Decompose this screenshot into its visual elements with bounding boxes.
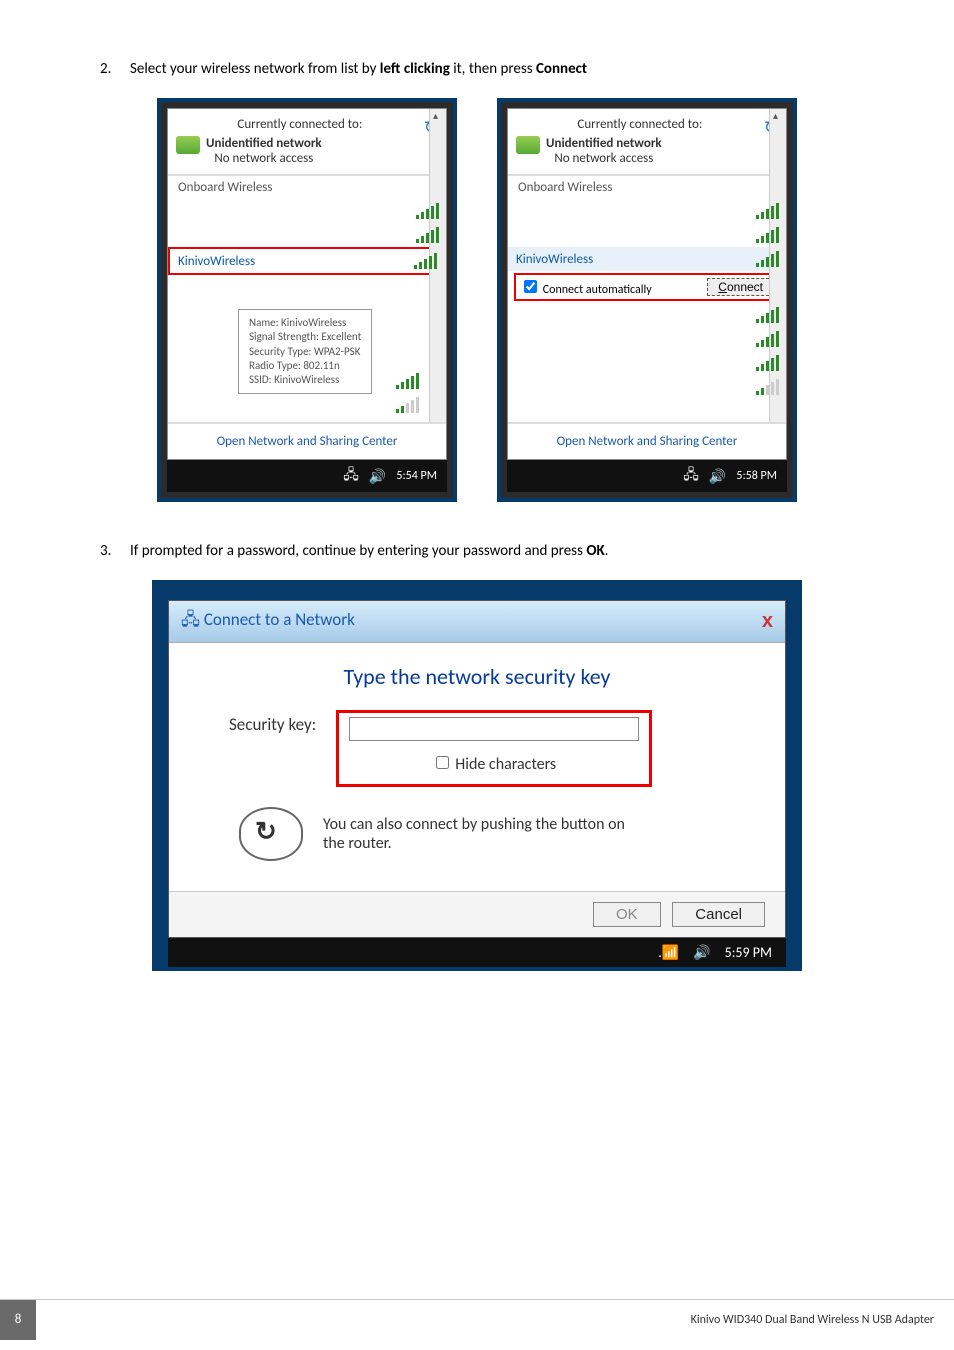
tray-clock[interactable]: 5:58 PM <box>736 469 777 483</box>
network-status-icon <box>176 136 200 154</box>
close-icon[interactable]: x <box>762 610 773 633</box>
wps-router-icon <box>239 807 303 861</box>
adapter-header[interactable]: Onboard Wireless ˄ <box>168 174 446 199</box>
connect-button[interactable]: Connect <box>707 278 774 296</box>
network-flyout-left: ↻ Currently connected to: Unidentified n… <box>157 98 457 502</box>
wifi-item[interactable] <box>388 369 426 393</box>
security-key-label: Security key: <box>229 710 316 735</box>
wifi-item[interactable] <box>508 303 786 327</box>
network-tray-icon[interactable]: 🖧 <box>343 464 359 488</box>
app-icon: 🖧 <box>181 609 200 630</box>
wifi-item[interactable] <box>508 327 786 351</box>
network-name: Unidentified network <box>206 136 322 151</box>
wifi-item[interactable] <box>168 223 446 247</box>
connected-label: Currently connected to: <box>516 117 778 132</box>
cancel-button[interactable]: Cancel <box>672 902 765 927</box>
network-access: No network access <box>554 151 653 166</box>
volume-tray-icon[interactable]: 🔊 <box>709 468 726 485</box>
step-text: Select your wireless network from list b… <box>130 60 587 78</box>
step-number: 2. <box>100 60 130 78</box>
wifi-item[interactable] <box>508 199 786 223</box>
dialog-heading: Type the network security key <box>199 663 755 690</box>
system-tray: 🖧 🔊 5:58 PM <box>507 460 787 492</box>
network-access: No network access <box>214 151 313 166</box>
ok-button[interactable]: OK <box>593 902 661 927</box>
wifi-item[interactable] <box>508 375 786 399</box>
signal-icon <box>756 251 778 267</box>
scrollbar[interactable] <box>429 109 446 459</box>
system-tray: 🖧 🔊 5:54 PM <box>167 460 447 492</box>
network-tray-icon[interactable]: 🖧 <box>683 464 699 488</box>
wifi-item-kinivo[interactable]: KinivoWireless <box>168 247 446 275</box>
wifi-item[interactable] <box>168 199 446 223</box>
step-2: 2. Select your wireless network from lis… <box>100 60 904 78</box>
system-tray: .📶 🔊 5:59 PM <box>168 938 786 967</box>
connected-label: Currently connected to: <box>176 117 438 132</box>
wifi-item-kinivo[interactable]: KinivoWireless <box>508 247 786 271</box>
hide-characters-checkbox[interactable]: Hide characters <box>349 753 639 774</box>
tray-clock[interactable]: 5:54 PM <box>396 469 437 483</box>
step-text: If prompted for a password, continue by … <box>130 542 608 560</box>
step-3: 3. If prompted for a password, continue … <box>100 542 904 560</box>
volume-tray-icon[interactable]: 🔊 <box>693 944 710 961</box>
network-tray-icon[interactable]: .📶 <box>658 944 679 961</box>
page-number: 8 <box>0 1300 36 1340</box>
security-key-group: Hide characters <box>336 710 652 787</box>
page-footer: 8 Kinivo WID340 Dual Band Wireless N USB… <box>0 1299 954 1340</box>
wifi-item[interactable] <box>388 393 426 417</box>
network-tooltip: Name: KinivoWireless Signal Strength: Ex… <box>238 309 372 394</box>
wps-hint: You can also connect by pushing the butt… <box>323 815 643 853</box>
dialog-titlebar: 🖧 Connect to a Network x <box>169 601 785 643</box>
network-flyout-right: ↻ Currently connected to: Unidentified n… <box>497 98 797 502</box>
network-name: Unidentified network <box>546 136 662 151</box>
footer-product: Kinivo WID340 Dual Band Wireless N USB A… <box>691 1313 934 1327</box>
step-number: 3. <box>100 542 130 560</box>
wifi-item[interactable] <box>508 223 786 247</box>
network-status-icon <box>516 136 540 154</box>
adapter-header[interactable]: Onboard Wireless ˄ <box>508 174 786 199</box>
signal-icon <box>414 253 436 269</box>
wifi-item[interactable] <box>508 351 786 375</box>
connect-auto-checkbox[interactable]: Connect automatically <box>520 277 652 297</box>
open-network-center-link[interactable]: Open Network and Sharing Center <box>508 422 786 459</box>
security-key-input[interactable] <box>349 717 639 741</box>
connect-dialog-frame: 🖧 Connect to a Network x Type the networ… <box>152 580 802 971</box>
scrollbar[interactable] <box>769 109 786 459</box>
tray-clock[interactable]: 5:59 PM <box>725 944 772 961</box>
connect-row: Connect automatically Connect <box>514 273 780 301</box>
volume-tray-icon[interactable]: 🔊 <box>369 468 386 485</box>
open-network-center-link[interactable]: Open Network and Sharing Center <box>168 422 446 459</box>
